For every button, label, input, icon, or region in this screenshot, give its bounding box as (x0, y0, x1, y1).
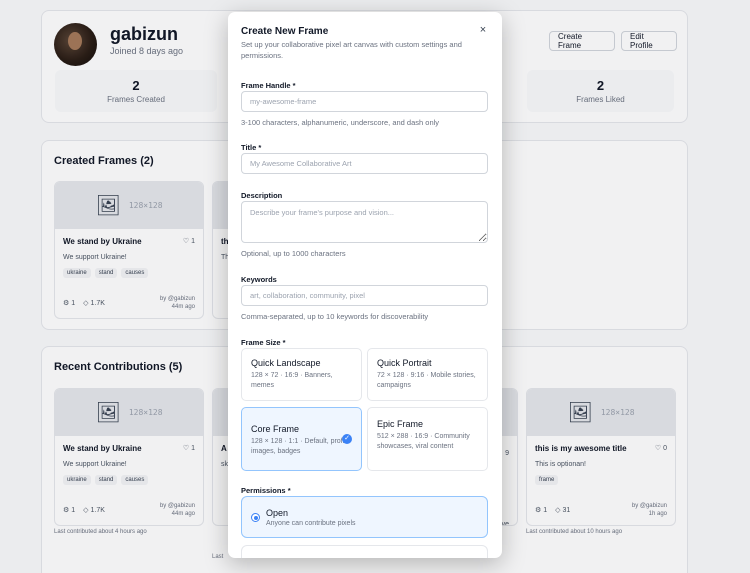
keywords-label: Keywords (241, 275, 277, 284)
size-option-epic-frame[interactable]: Epic Frame 512 × 288 · 16:9 · Community … (367, 407, 488, 471)
size-option-desc: 128 × 72 · 16:9 · Banners, memes (251, 372, 333, 389)
modal-subtitle: Set up your collaborative pixel art canv… (241, 40, 462, 60)
check-icon: ✓ (342, 434, 352, 444)
size-option-name: Quick Landscape (251, 358, 321, 368)
keywords-help: Comma-separated, up to 10 keywords for d… (241, 312, 429, 321)
size-option-quick-landscape[interactable]: Quick Landscape 128 × 72 · 16:9 · Banner… (241, 348, 362, 401)
size-option-name: Core Frame (251, 424, 300, 434)
size-option-name: Epic Frame (377, 419, 424, 429)
radio-selected-icon[interactable] (251, 513, 260, 522)
permissions-label: Permissions * (241, 486, 291, 495)
size-option-core-frame[interactable]: Core Frame 128 × 128 · 1:1 · Default, pr… (241, 407, 362, 471)
frame-handle-input[interactable] (241, 91, 488, 112)
permission-desc: Anyone can contribute pixels (266, 520, 356, 527)
description-label: Description (241, 191, 283, 200)
size-option-quick-portrait[interactable]: Quick Portrait 72 × 128 · 9:16 · Mobile … (367, 348, 488, 401)
frame-handle-label: Frame Handle * (241, 81, 296, 90)
frame-size-label: Frame Size * (241, 338, 286, 347)
modal-title: Create New Frame (241, 26, 329, 37)
close-icon[interactable]: × (477, 24, 489, 36)
permission-option-open[interactable]: Open Anyone can contribute pixels (241, 496, 488, 538)
title-label: Title * (241, 143, 262, 152)
create-frame-modal: Create New Frame × Set up your collabora… (228, 12, 502, 558)
size-option-desc: 72 × 128 · 9:16 · Mobile stories, campai… (377, 372, 476, 389)
description-textarea[interactable] (241, 201, 488, 243)
description-help: Optional, up to 1000 characters (241, 249, 346, 258)
title-input[interactable] (241, 153, 488, 174)
frame-handle-help: 3-100 characters, alphanumeric, undersco… (241, 118, 440, 127)
permission-option-next[interactable] (241, 545, 488, 558)
size-option-desc: 128 × 128 · 1:1 · Default, profile image… (251, 438, 350, 455)
size-option-name: Quick Portrait (377, 358, 432, 368)
permission-name: Open (266, 508, 289, 518)
keywords-input[interactable] (241, 285, 488, 306)
size-option-desc: 512 × 288 · 16:9 · Community showcases, … (377, 433, 470, 450)
